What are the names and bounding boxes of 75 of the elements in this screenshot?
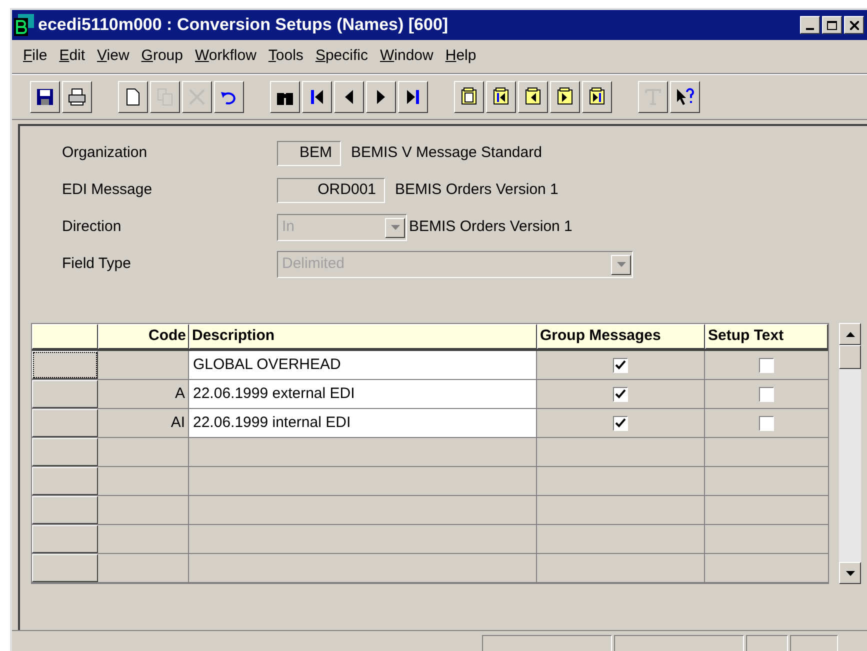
minimize-button[interactable] (800, 16, 820, 34)
scroll-thumb[interactable] (839, 345, 861, 369)
field-description: BEMIS Orders Version 1 (395, 180, 558, 200)
field-label: Field Type (62, 254, 132, 274)
checkbox[interactable] (613, 416, 628, 430)
toolbar-button[interactable] (366, 81, 396, 113)
row-selector[interactable] (32, 496, 98, 524)
field-label: Organization (62, 143, 148, 164)
field-description: BEMIS Orders Version 1 (409, 217, 572, 238)
checkbox[interactable] (759, 386, 774, 402)
toolbar-button[interactable] (62, 81, 92, 113)
toolbar-button[interactable] (30, 81, 60, 113)
row-selector[interactable] (32, 409, 98, 437)
menu-item[interactable]: Window (374, 45, 438, 68)
menu-item[interactable]: Workflow (190, 45, 262, 68)
caret-icon (616, 262, 626, 267)
up-arrow-icon (846, 332, 854, 336)
folder-page-icon (459, 87, 479, 107)
row-selector[interactable] (32, 438, 98, 466)
menu-item[interactable]: Specific (310, 45, 373, 68)
toolbar-button[interactable] (214, 81, 244, 113)
toolbar-button[interactable] (582, 81, 612, 113)
maximize-button[interactable] (822, 16, 842, 34)
checkbox[interactable] (759, 416, 774, 430)
window-title: ecedi5110m000 : Conversion Setups (Names) [600] (38, 14, 448, 36)
folder-previous-icon (523, 87, 543, 107)
toolbar-button[interactable] (518, 81, 548, 113)
table-cell: 22.06.1999 external EDI (189, 380, 537, 408)
scroll-down-button[interactable] (839, 562, 861, 584)
checkbox[interactable] (613, 386, 628, 402)
toolbar-button[interactable] (334, 81, 364, 113)
row-selector[interactable] (32, 554, 98, 582)
row-selector[interactable] (32, 525, 98, 553)
field-label: Direction (62, 217, 122, 238)
scroll-up-button[interactable] (839, 323, 861, 345)
row-selector[interactable] (32, 467, 98, 495)
app-logo-icon (14, 14, 34, 36)
column-header[interactable]: Code (98, 324, 189, 349)
table-cell: 22.06.1999 internal EDI (189, 409, 537, 437)
toolbar-button[interactable] (302, 81, 332, 113)
close-button[interactable] (844, 16, 864, 34)
caret-icon (390, 225, 400, 230)
toolbar-button[interactable] (550, 81, 580, 113)
checkbox[interactable] (613, 358, 628, 372)
table-cell: GLOBAL OVERHEAD (189, 351, 537, 379)
vertical-scrollbar[interactable] (839, 323, 861, 584)
menu-item[interactable]: Tools (263, 45, 308, 68)
close-icon (850, 20, 858, 30)
field-description: BEMIS V Message Standard (351, 143, 542, 164)
row-selector[interactable] (32, 351, 98, 379)
menu-item[interactable]: View (92, 45, 134, 68)
folder-last-icon (587, 87, 607, 107)
column-header[interactable]: Setup Text (705, 324, 828, 349)
column-header[interactable]: Description (189, 324, 537, 349)
toolbar-button[interactable] (454, 81, 484, 113)
toolbar-button[interactable] (118, 81, 148, 113)
row-selector[interactable] (32, 380, 98, 408)
input-field[interactable]: BEM (277, 141, 341, 166)
menu-item[interactable]: Group (136, 45, 188, 68)
column-header[interactable]: Group Messages (537, 324, 705, 349)
field-label: EDI Message (62, 180, 154, 200)
toolbar-button[interactable] (486, 81, 516, 113)
folder-first-icon (491, 87, 511, 107)
checkbox[interactable] (759, 358, 774, 372)
menu-item[interactable]: File (18, 45, 52, 68)
help-pointer-icon (675, 87, 695, 107)
printer-icon (67, 87, 87, 107)
menu-item[interactable]: Edit (54, 45, 90, 68)
toolbar-button[interactable] (670, 81, 700, 113)
folder-next-icon (555, 87, 575, 107)
down-arrow-icon (846, 570, 854, 576)
menu-item[interactable]: Help (440, 45, 482, 68)
input-field[interactable]: ORD001 (277, 178, 385, 203)
toolbar-button[interactable] (398, 81, 428, 113)
toolbar-button[interactable] (270, 81, 300, 113)
